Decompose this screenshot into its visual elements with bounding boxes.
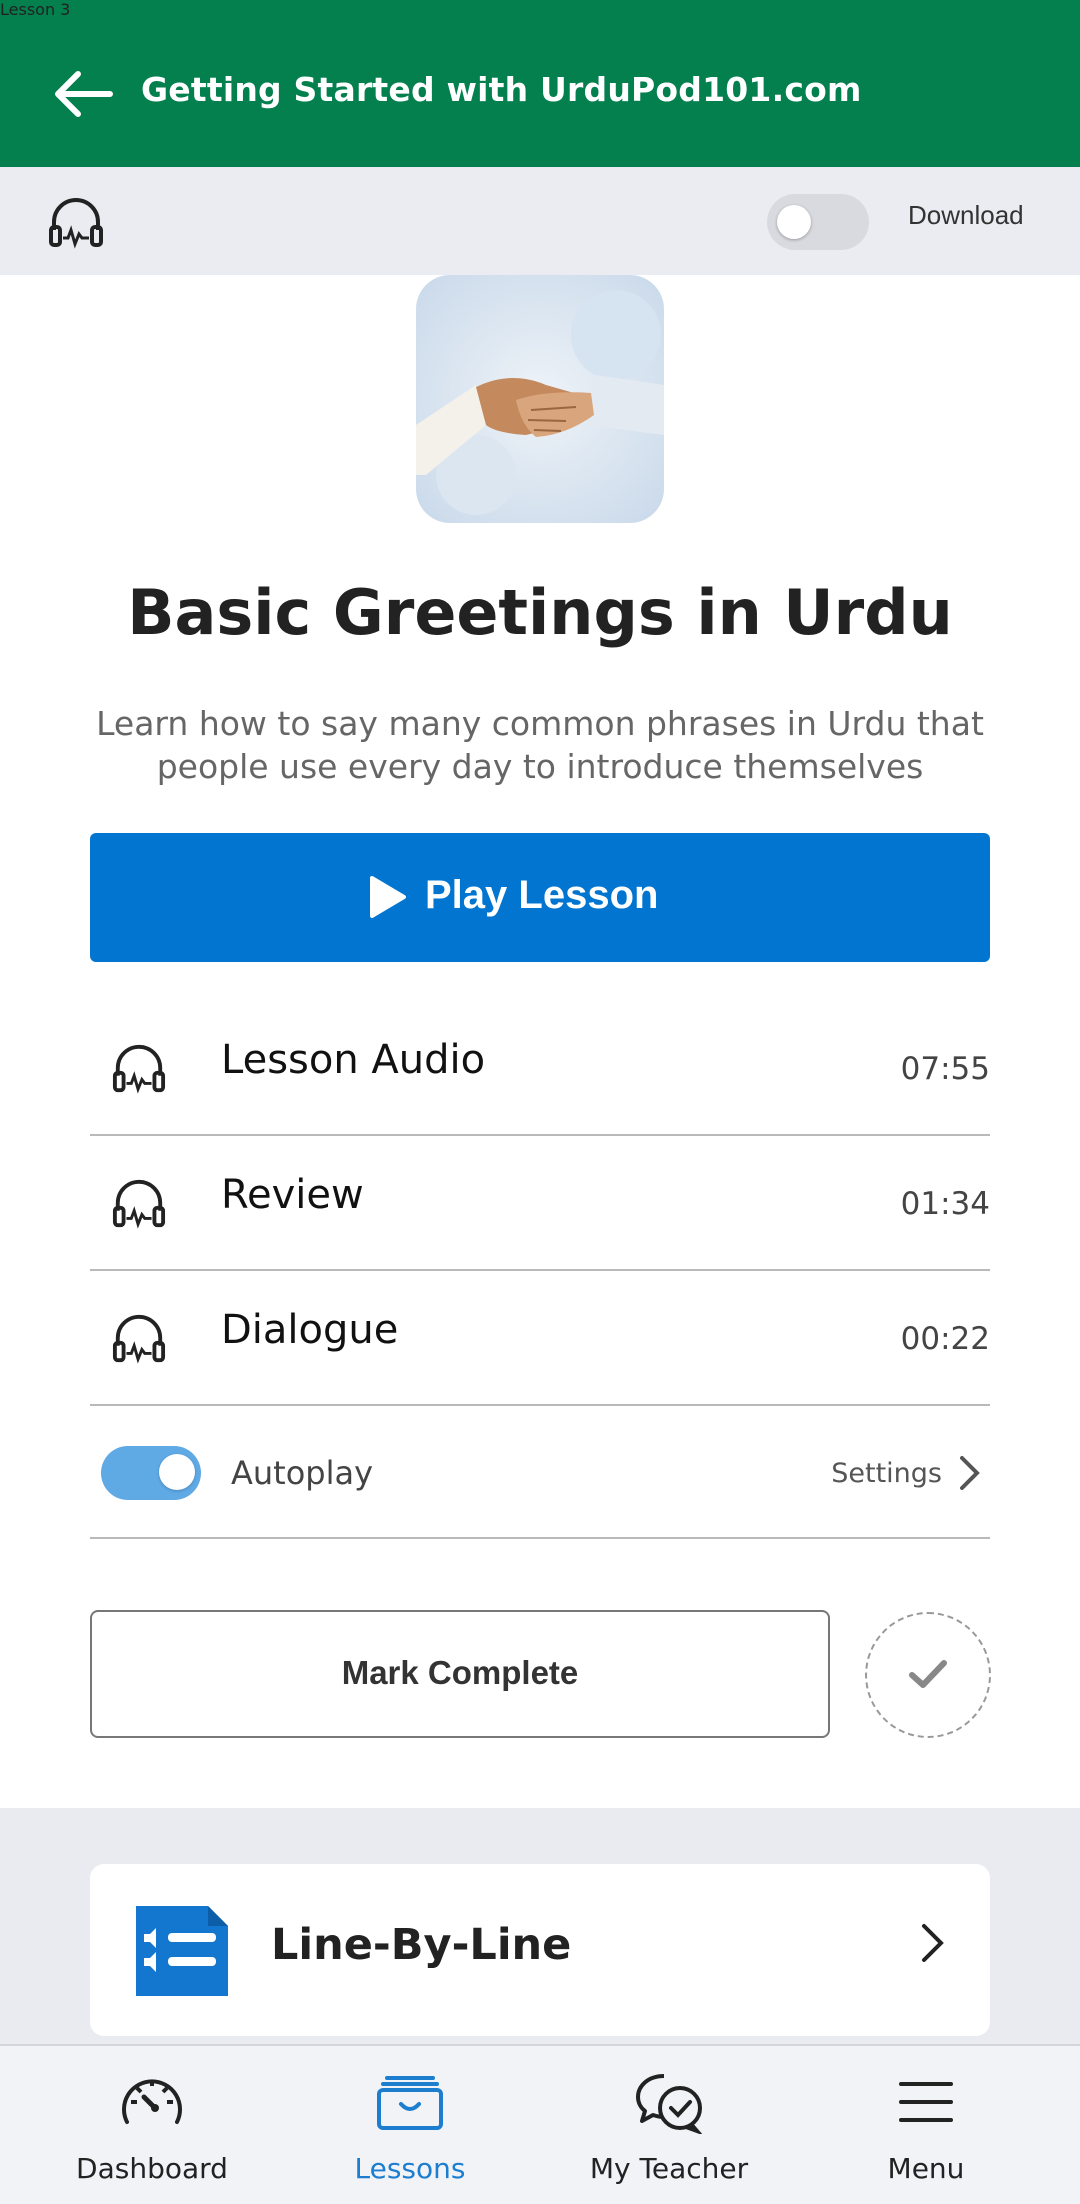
app-bar: Getting Started with UrduPod101.com [0, 0, 1080, 167]
download-toggle[interactable] [767, 194, 869, 250]
track-name: Lesson Audio [221, 1037, 486, 1083]
nav-dashboard[interactable]: Dashboard [17, 2046, 287, 2204]
track-row[interactable]: Lesson Audio 07:55 [90, 1001, 990, 1136]
headphones-icon [112, 1314, 166, 1364]
headphones-icon [49, 198, 103, 249]
lesson-thumbnail [416, 275, 664, 523]
hamburger-menu-icon [899, 2082, 953, 2122]
toggle-knob [777, 205, 811, 239]
checkmark-icon [909, 1660, 947, 1688]
settings-link[interactable]: Settings [831, 1458, 942, 1489]
track-name: Dialogue [221, 1307, 399, 1353]
headphones-icon [112, 1179, 166, 1229]
chat-bubbles-icon [636, 2074, 704, 2136]
play-icon [370, 876, 406, 918]
download-label: Download [908, 200, 1024, 230]
mark-complete-button[interactable]: Mark Complete [90, 1610, 830, 1738]
nav-menu[interactable]: Menu [791, 2046, 1061, 2204]
back-arrow-icon[interactable] [52, 66, 116, 122]
line-by-line-card[interactable]: Line-By-Line [90, 1864, 990, 2036]
play-lesson-label: Play Lesson [425, 873, 659, 917]
track-duration: 01:34 [900, 1186, 990, 1222]
track-name: Review [221, 1172, 364, 1218]
nav-label: Lessons [354, 2152, 466, 2185]
lesson-number: Lesson 3 [0, 0, 71, 19]
nav-lessons[interactable]: Lessons [275, 2046, 545, 2204]
headphones-icon [112, 1044, 166, 1094]
resource-label: Line-By-Line [271, 1920, 572, 1970]
chevron-right-icon[interactable] [958, 1454, 982, 1492]
autoplay-row: Autoplay Settings [90, 1404, 990, 1539]
chevron-right-icon [922, 1924, 944, 1962]
play-lesson-button[interactable]: Play Lesson [90, 833, 990, 962]
nav-label: Dashboard [76, 2152, 228, 2185]
track-row[interactable]: Dialogue 00:22 [90, 1271, 990, 1406]
nav-my-teacher[interactable]: My Teacher [534, 2046, 804, 2204]
lesson-description: Learn how to say many common phrases in … [96, 704, 984, 786]
lesson-title: Basic Greetings in Urdu [127, 576, 953, 649]
autoplay-label: Autoplay [231, 1454, 374, 1492]
bottom-nav: Dashboard Lessons My Teacher Menu [0, 2044, 1080, 2204]
track-duration: 00:22 [900, 1321, 990, 1357]
nav-label: Menu [887, 2152, 965, 2185]
page-title: Getting Started with UrduPod101.com [141, 70, 862, 109]
line-by-line-icon [136, 1906, 228, 1996]
mark-complete-label: Mark Complete [341, 1654, 579, 1691]
track-duration: 07:55 [900, 1051, 990, 1087]
autoplay-toggle[interactable] [101, 1446, 201, 1500]
track-row[interactable]: Review 01:34 [90, 1136, 990, 1271]
speedometer-icon [122, 2079, 182, 2124]
lessons-box-icon [377, 2076, 443, 2130]
complete-check-button[interactable] [865, 1612, 991, 1738]
nav-label: My Teacher [589, 2152, 749, 2185]
toggle-knob [159, 1454, 195, 1490]
